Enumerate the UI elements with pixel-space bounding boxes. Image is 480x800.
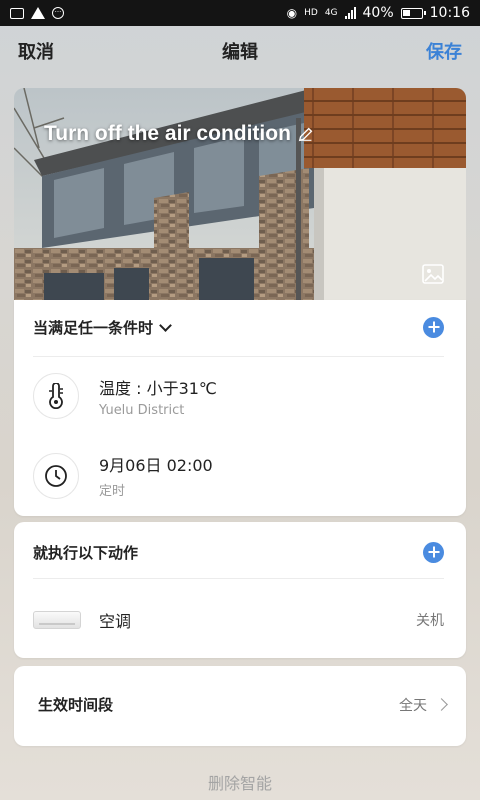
scene-name-field[interactable]: Turn off the air condition — [44, 122, 315, 146]
page-title: 编辑 — [222, 42, 258, 63]
effective-period-value: 全天 — [399, 697, 427, 714]
effective-period-row[interactable]: 生效时间段 全天 — [38, 694, 448, 715]
warning-icon — [31, 7, 45, 19]
scene-banner[interactable]: Turn off the air condition — [14, 88, 466, 300]
action-device-name: 空调 — [99, 612, 132, 631]
more-notifications-icon: ··· — [52, 7, 64, 19]
conditions-card: 当满足任一条件时 温度 : 小于31℃ Yuelu District 9月06日… — [14, 300, 466, 516]
thermometer-icon-wrap — [33, 373, 79, 419]
condition-mode-selector[interactable]: 当满足任一条件时 — [33, 317, 172, 338]
actions-header: 就执行以下动作 — [33, 541, 444, 563]
action-item-air-conditioner[interactable]: 空调 关机 — [33, 608, 444, 632]
status-bar: ··· ◉ HD 4G 40% 10:16 — [0, 0, 480, 26]
clock-icon — [45, 464, 67, 487]
network-type: 4G — [324, 8, 338, 18]
action-status: 关机 — [416, 613, 444, 629]
condition-subtitle: 定时 — [99, 484, 126, 499]
top-nav: 取消 编辑 保存 — [0, 26, 480, 76]
cancel-button[interactable]: 取消 — [18, 38, 54, 64]
gallery-notification-icon — [10, 7, 24, 19]
chevron-right-icon — [435, 698, 448, 711]
delete-smart-button[interactable]: 删除智能 — [0, 770, 480, 794]
battery-icon — [400, 7, 426, 19]
banner-building-image — [14, 88, 466, 300]
condition-text: 温度 : 小于31℃ Yuelu District — [99, 375, 217, 418]
condition-mode-label: 当满足任一条件时 — [33, 318, 154, 337]
condition-title: 温度 : 小于31℃ — [99, 378, 217, 398]
status-bar-right: ◉ HD 4G 40% 10:16 — [287, 5, 470, 21]
condition-item-temperature[interactable]: 温度 : 小于31℃ Yuelu District — [33, 373, 444, 419]
condition-subtitle: Yuelu District — [99, 402, 185, 418]
pencil-edit-icon[interactable] — [297, 125, 315, 143]
signal-icon — [344, 7, 356, 19]
battery-percent: 40% — [362, 5, 394, 21]
clock-time: 10:16 — [429, 5, 470, 21]
hotspot-icon: ◉ — [286, 6, 298, 20]
hd-indicator: HD — [304, 8, 318, 18]
save-button[interactable]: 保存 — [426, 38, 462, 64]
air-conditioner-icon — [33, 611, 81, 629]
add-action-button[interactable] — [423, 541, 444, 563]
effective-period-card[interactable]: 生效时间段 全天 — [14, 666, 466, 746]
conditions-header: 当满足任一条件时 — [33, 316, 444, 338]
scene-name: Turn off the air condition — [44, 122, 291, 145]
add-condition-button[interactable] — [423, 316, 444, 338]
actions-header-label: 就执行以下动作 — [33, 543, 139, 562]
clock-icon-wrap — [33, 452, 79, 499]
divider — [33, 578, 444, 579]
effective-period-label: 生效时间段 — [38, 696, 114, 714]
condition-item-timer[interactable]: 9月06日 02:00 定时 — [33, 452, 444, 499]
chevron-down-icon — [159, 318, 172, 332]
actions-card: 就执行以下动作 空调 关机 — [14, 522, 466, 658]
change-image-icon[interactable] — [422, 264, 444, 284]
condition-text: 9月06日 02:00 定时 — [99, 452, 213, 499]
thermometer-icon — [49, 383, 63, 409]
status-bar-left: ··· — [10, 7, 64, 19]
condition-title: 9月06日 02:00 — [99, 456, 213, 475]
divider — [33, 356, 444, 357]
